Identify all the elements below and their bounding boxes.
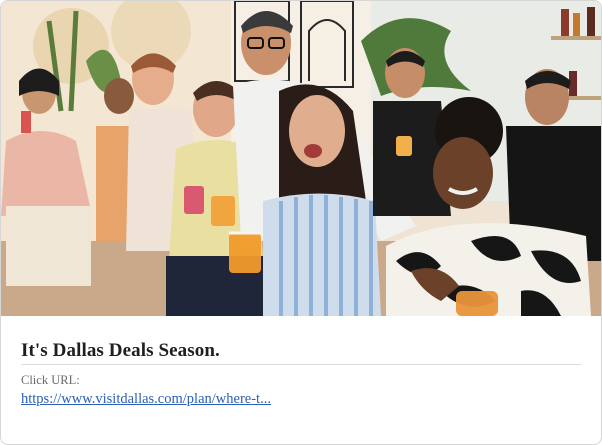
hero-photo[interactable] (1, 1, 601, 316)
divider (21, 364, 581, 365)
card-body: It's Dallas Deals Season. Click URL: htt… (1, 316, 601, 444)
click-url-link[interactable]: https://www.visitdallas.com/plan/where-t… (21, 391, 271, 408)
ad-card: It's Dallas Deals Season. Click URL: htt… (0, 0, 602, 445)
ad-headline: It's Dallas Deals Season. (21, 340, 220, 361)
hero-photo-illustration (1, 1, 601, 316)
click-url-label: Click URL: (21, 373, 80, 387)
